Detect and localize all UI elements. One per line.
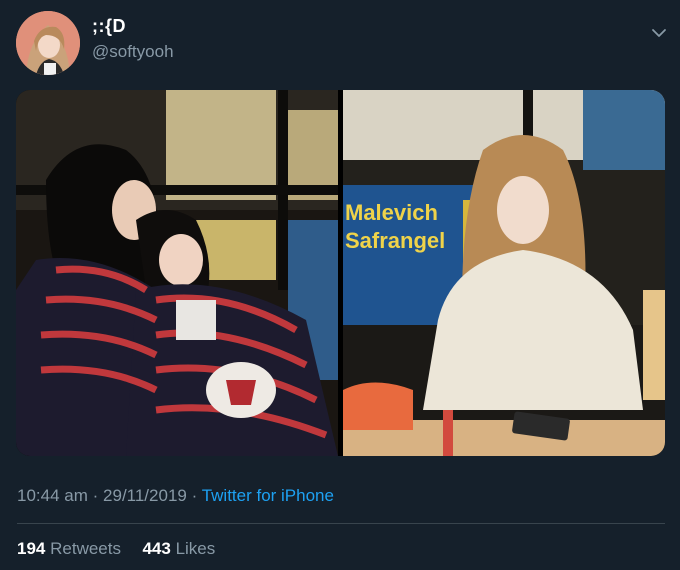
- likes-stat[interactable]: 443 Likes: [138, 539, 216, 558]
- user-handle[interactable]: @softyooh: [92, 42, 174, 62]
- avatar[interactable]: [16, 11, 80, 75]
- likes-label: Likes: [175, 539, 216, 558]
- meta-separator: ·: [191, 486, 198, 505]
- display-name[interactable]: ;:{D: [92, 16, 126, 37]
- retweets-count: 194: [17, 539, 46, 558]
- tweet-date[interactable]: 29/11/2019: [103, 486, 187, 505]
- media-photo-right[interactable]: Malevich Safrangel: [343, 90, 665, 456]
- meta-separator: ·: [92, 486, 99, 505]
- sign-text-line1: Malevich: [345, 200, 438, 225]
- tweet-time[interactable]: 10:44 am: [17, 486, 88, 505]
- tweet-meta: 10:44 am · 29/11/2019 · Twitter for iPho…: [17, 486, 334, 506]
- chevron-down-icon[interactable]: [650, 26, 668, 40]
- retweets-label: Retweets: [50, 539, 121, 558]
- tweet-card: ;:{D @softyooh Malevich Safrangel 10:44 …: [0, 0, 680, 570]
- media-photo-left[interactable]: [16, 90, 338, 456]
- media-container: Malevich Safrangel: [16, 90, 665, 456]
- retweets-stat[interactable]: 194 Retweets: [17, 539, 126, 558]
- tweet-stats: 194 Retweets 443 Likes: [17, 539, 215, 559]
- sign-text-line2: Safrangel: [345, 228, 445, 253]
- tweet-source-link[interactable]: Twitter for iPhone: [202, 486, 334, 505]
- likes-count: 443: [142, 539, 171, 558]
- divider: [17, 523, 665, 524]
